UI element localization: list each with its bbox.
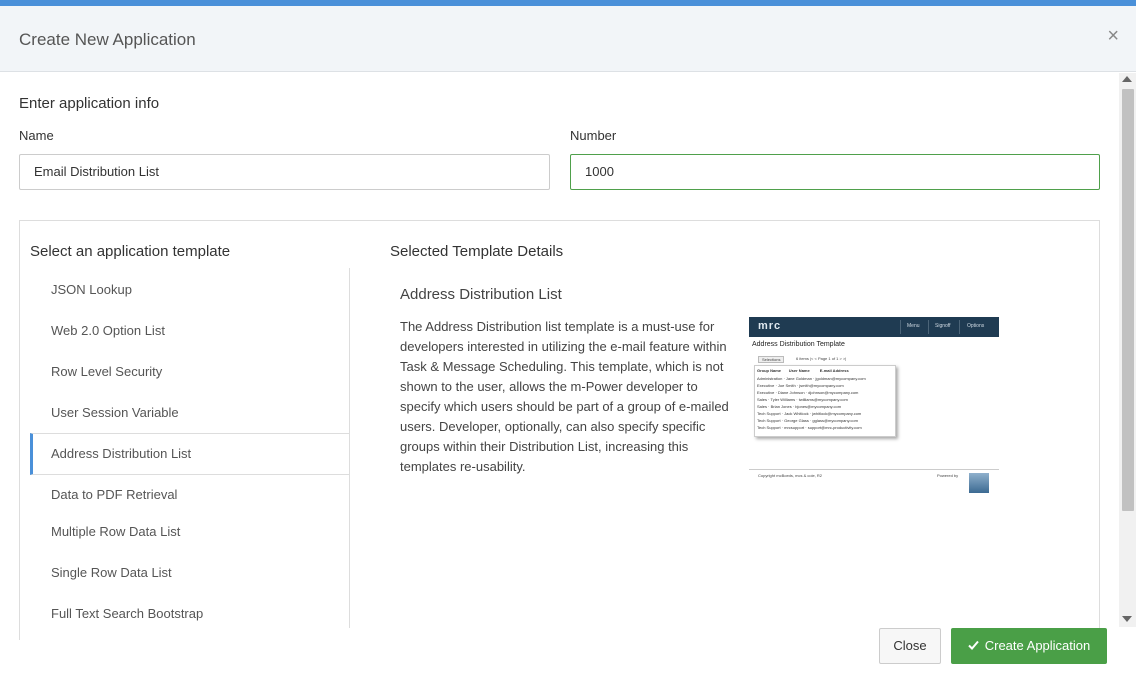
selected-template-description: The Address Distribution list template i… bbox=[400, 319, 729, 474]
template-list: JSON Lookup Web 2.0 Option List Row Leve… bbox=[30, 268, 350, 628]
scroll-up-arrow-icon[interactable] bbox=[1122, 76, 1132, 82]
preview-col-group: Group Name bbox=[757, 368, 782, 373]
template-list-heading: Select an application template bbox=[30, 243, 231, 260]
template-item-data-to-pdf[interactable]: Data to PDF Retrieval bbox=[30, 487, 349, 502]
template-item-address-distribution-list[interactable]: Address Distribution List bbox=[30, 433, 349, 475]
close-icon[interactable]: × bbox=[1107, 26, 1119, 46]
scrollbar-thumb[interactable] bbox=[1122, 89, 1134, 511]
template-item-json-lookup[interactable]: JSON Lookup bbox=[30, 282, 349, 297]
preview-table-row: Tech Support · Jack Whitlock · jwhitlock… bbox=[757, 411, 862, 416]
preview-nav-options: Options bbox=[967, 323, 985, 329]
preview-nav-divider bbox=[959, 320, 960, 334]
preview-table-row: Sales · Brian Jones · bjones@mycompany.c… bbox=[757, 404, 842, 409]
create-application-button[interactable]: Create Application bbox=[951, 628, 1107, 664]
name-input[interactable]: Email Distribution List bbox=[19, 154, 550, 190]
name-label: Name bbox=[19, 128, 54, 143]
template-preview-image: mrc Menu Signoff Options Address Distrib… bbox=[749, 317, 999, 495]
preview-copyright: Copyright mcBoeds, mcs & coie, R2 bbox=[758, 473, 823, 478]
preview-header-bar: mrc Menu Signoff Options bbox=[749, 317, 999, 337]
preview-table-row: Executive · Joe Smith · jsmith@mycompany… bbox=[757, 383, 844, 388]
preview-table-row: Administration · Jane Goldman · jgoldman… bbox=[757, 376, 866, 381]
preview-table-row: Tech Support · mrcsupport · support@mrc-… bbox=[757, 425, 862, 430]
close-button[interactable]: Close bbox=[879, 628, 941, 664]
app-info-heading: Enter application info bbox=[19, 95, 160, 112]
preview-nav-divider bbox=[900, 320, 901, 334]
create-application-label: Create Application bbox=[984, 638, 1091, 653]
preview-nav-signoff: Signoff bbox=[935, 323, 951, 329]
preview-pager: 6 items |< < Page 1 of 1 > >| bbox=[796, 356, 847, 361]
preview-footer-divider bbox=[749, 469, 999, 470]
number-input[interactable]: 1000 bbox=[570, 154, 1100, 190]
template-item-row-level-security[interactable]: Row Level Security bbox=[30, 364, 349, 379]
preview-powered-by: Powered by bbox=[937, 473, 959, 478]
preview-nav-menu: Menu bbox=[907, 323, 920, 329]
preview-powered-logo bbox=[969, 473, 989, 493]
template-item-web-option-list[interactable]: Web 2.0 Option List bbox=[30, 323, 349, 338]
dialog-title: Create New Application bbox=[19, 30, 196, 49]
preview-selections-button: Selections bbox=[758, 356, 785, 363]
template-item-full-text-search-bootstrap[interactable]: Full Text Search Bootstrap bbox=[30, 606, 349, 621]
number-label: Number bbox=[570, 128, 617, 143]
preview-col-user: User Name bbox=[788, 368, 810, 373]
preview-heading: Address Distribution Template bbox=[752, 341, 845, 348]
template-item-multiple-row-data-list[interactable]: Multiple Row Data List bbox=[30, 524, 349, 539]
preview-table-row: Tech Support · George Glass · gglass@myc… bbox=[757, 418, 858, 423]
selected-template-name: Address Distribution List bbox=[400, 286, 562, 303]
preview-nav-divider bbox=[928, 320, 929, 334]
template-item-user-session-variable[interactable]: User Session Variable bbox=[30, 405, 349, 420]
template-details-heading: Selected Template Details bbox=[390, 243, 564, 260]
scroll-down-arrow-icon[interactable] bbox=[1122, 616, 1132, 622]
check-icon bbox=[968, 628, 979, 664]
template-item-single-row-data-list[interactable]: Single Row Data List bbox=[30, 565, 349, 580]
preview-table: Group Name User Name E-mail Address Admi… bbox=[754, 365, 896, 437]
dialog-header: Create New Application × bbox=[0, 6, 1136, 72]
preview-table-row: Sales · Tyler Williams · twilliams@mycom… bbox=[757, 397, 848, 402]
preview-col-email: E-mail Address bbox=[819, 368, 849, 373]
preview-logo: mrc bbox=[758, 320, 782, 332]
preview-table-row: Executive · Diane Johnson · djohnson@myc… bbox=[757, 390, 859, 395]
preview-table-header: Group Name User Name E-mail Address bbox=[757, 368, 849, 373]
